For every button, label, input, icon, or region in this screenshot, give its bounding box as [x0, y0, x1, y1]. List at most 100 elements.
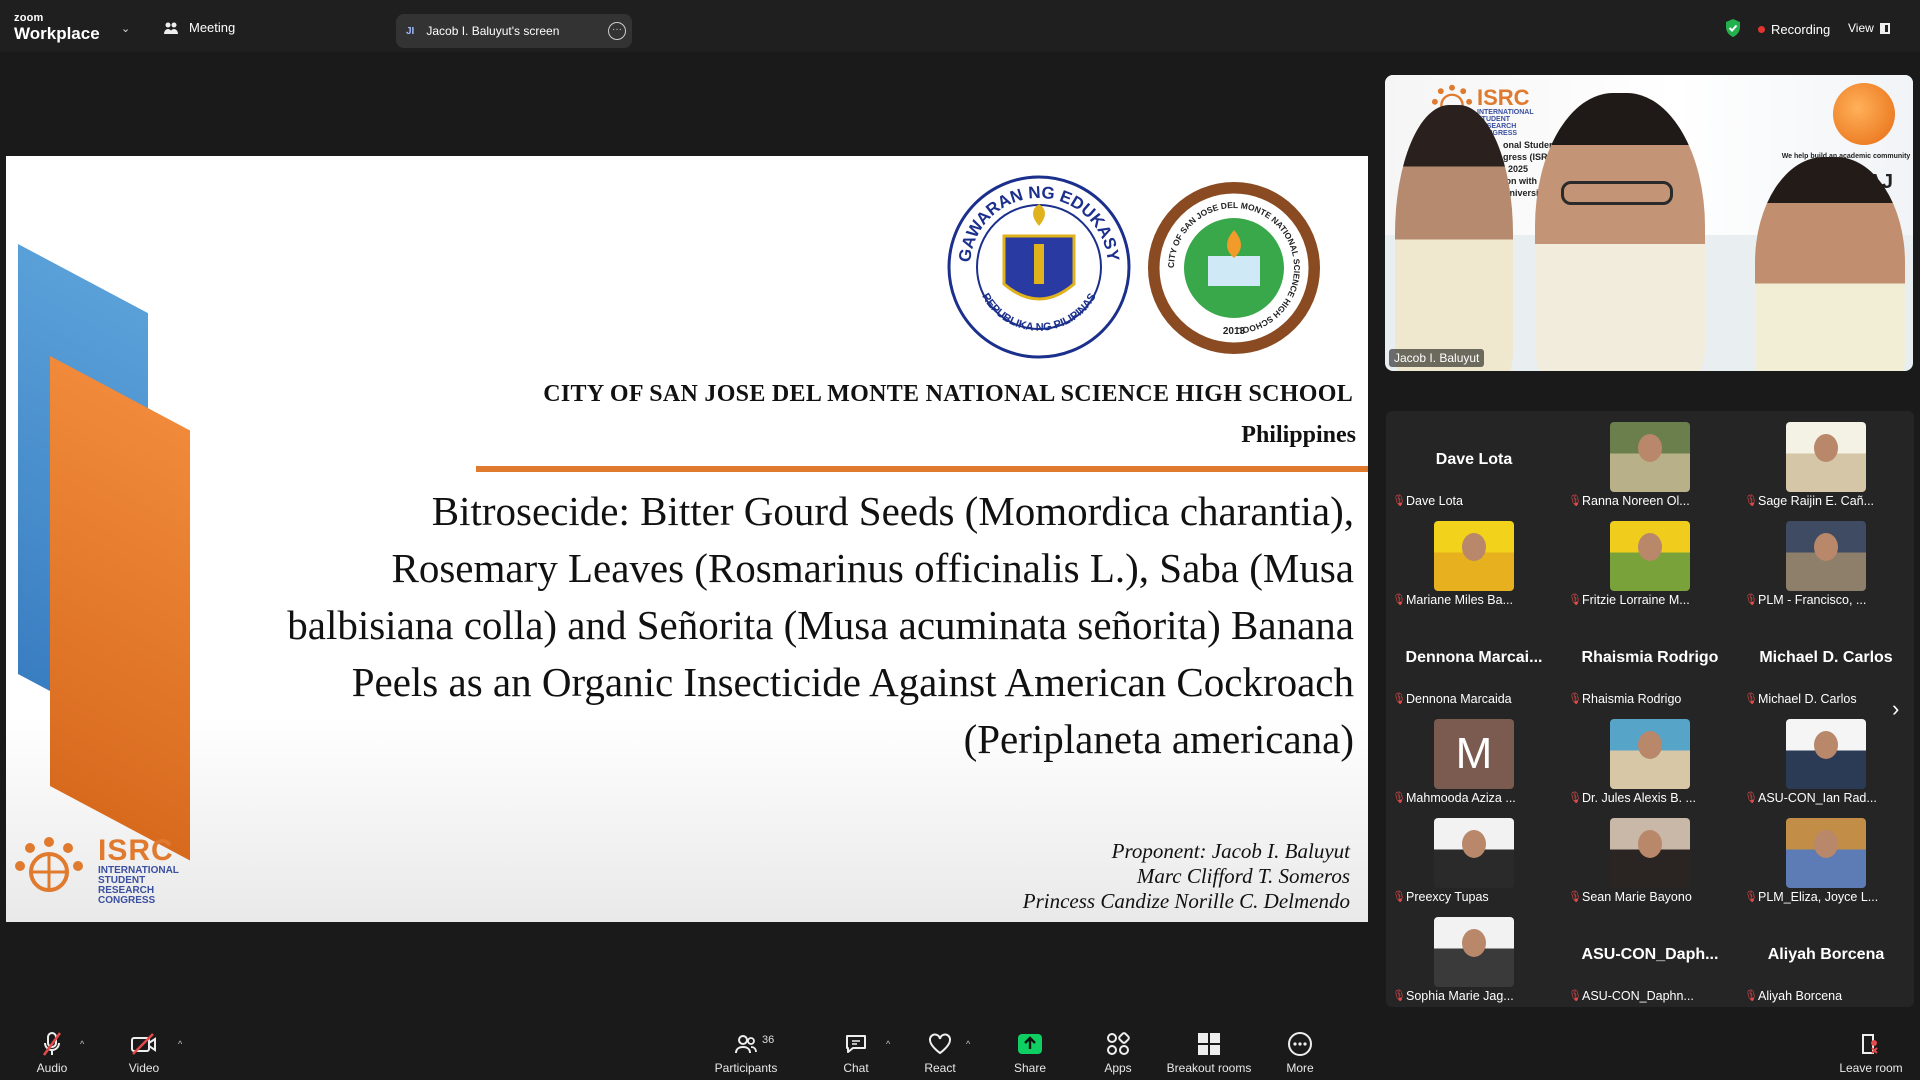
participant-display-name: Rhaismia Rodrigo	[1581, 649, 1719, 666]
school-name: CITY OF SAN JOSE DEL MONTE NATIONAL SCIE…	[543, 381, 1353, 407]
participant-tile[interactable]: Aliyah Borcena 🎙︎ Aliyah Borcena	[1738, 906, 1914, 1005]
breakout-rooms-button[interactable]: Breakout rooms	[1164, 1031, 1254, 1075]
participants-icon	[735, 1035, 757, 1054]
participant-tile[interactable]: ASU-CON_Daph... 🎙︎ ASU-CON_Daphn...	[1562, 906, 1738, 1005]
participant-tile[interactable]: Michael D. Carlos 🎙︎ Michael D. Carlos	[1738, 609, 1914, 708]
participant-tile[interactable]: 🎙︎ Fritzie Lorraine M...	[1562, 510, 1738, 609]
participant-tile[interactable]: 🎙︎ Dr. Jules Alexis B. ...	[1562, 708, 1738, 807]
microphone-muted-icon: 🎙︎	[1744, 693, 1758, 705]
participant-name-label: 🎙︎ PLM - Francisco, ...	[1744, 593, 1866, 607]
participant-tile[interactable]: Dennona Marcai... 🎙︎ Dennona Marcaida	[1386, 609, 1562, 708]
chat-label: Chat	[843, 1061, 869, 1075]
leave-room-label: Leave room	[1839, 1061, 1903, 1075]
participant-name: Fritzie Lorraine M...	[1582, 593, 1690, 607]
video-button[interactable]: Video	[124, 1031, 164, 1075]
brand-small: zoom	[14, 12, 44, 24]
chevron-right-icon[interactable]: ›	[1892, 696, 1899, 722]
more-label: More	[1286, 1061, 1314, 1075]
microphone-muted-icon: 🎙︎	[1392, 891, 1406, 903]
country-name: Philippines	[1241, 422, 1356, 448]
apps-button[interactable]: Apps	[1098, 1031, 1138, 1075]
participant-tile[interactable]: 🎙︎ Sage Raijin E. Cañ...	[1738, 411, 1914, 510]
avatar-head	[1462, 830, 1486, 858]
participant-tile[interactable]: 🎙︎ PLM - Francisco, ...	[1738, 510, 1914, 609]
participant-name: Mahmooda Aziza ...	[1406, 791, 1516, 805]
participant-tile[interactable]: 🎙︎ Sophia Marie Jag...	[1386, 906, 1562, 1005]
microphone-muted-icon: 🎙︎	[1744, 990, 1758, 1002]
screen-share-label: Jacob I. Baluyut's screen	[426, 24, 560, 38]
avatar-head	[1638, 434, 1662, 462]
more-button[interactable]: More	[1280, 1031, 1320, 1075]
participant-tile[interactable]: 🎙︎ Ranna Noreen Ol...	[1562, 411, 1738, 510]
microphone-muted-icon: 🎙︎	[1392, 693, 1406, 705]
view-button[interactable]: View	[1848, 21, 1890, 35]
participant-tile[interactable]: 🎙︎ ASU-CON_Ian Rad...	[1738, 708, 1914, 807]
participant-tile[interactable]: M 🎙︎ Mahmooda Aziza ...	[1386, 708, 1562, 807]
microphone-muted-icon: 🎙︎	[1568, 990, 1582, 1002]
chevron-down-icon[interactable]: ⌄	[121, 22, 130, 35]
avatar	[1610, 719, 1690, 789]
participant-tile[interactable]: 🎙︎ Preexcy Tupas	[1386, 807, 1562, 906]
shared-screen-slide: KAGAWARAN NG EDUKASYON REPUBLIKA NG PILI…	[6, 156, 1368, 922]
react-options-caret-icon[interactable]: ^	[966, 1039, 970, 1049]
participant-gallery: Dave Lota 🎙︎ Dave Lota 🎙︎ Ranna Noreen Ol...…	[1386, 411, 1914, 1007]
active-speaker-video[interactable]: ISRC INTERNATIONAL STUDENT RESEARCH CONG…	[1385, 75, 1913, 371]
zoom-workplace-logo[interactable]: zoom Workplace	[14, 12, 100, 43]
participant-name: PLM - Francisco, ...	[1758, 593, 1867, 607]
video-options-caret-icon[interactable]: ^	[178, 1039, 182, 1049]
recording-dot-icon	[1758, 26, 1765, 33]
participant-name: Sage Raijin E. Cañ...	[1758, 494, 1875, 508]
participant-tile[interactable]: Dave Lota 🎙︎ Dave Lota	[1386, 411, 1562, 510]
meeting-label: Meeting	[189, 20, 236, 35]
leave-room-button[interactable]: Leave room	[1838, 1031, 1904, 1075]
participant-name-label: 🎙︎ Preexcy Tupas	[1392, 890, 1489, 904]
microphone-muted-icon: 🎙︎	[1568, 792, 1582, 804]
participant-tile[interactable]: 🎙︎ PLM_Eliza, Joyce L...	[1738, 807, 1914, 906]
participant-name-label: 🎙︎ ASU-CON_Daphn...	[1568, 989, 1694, 1003]
recording-indicator[interactable]: Recording	[1758, 22, 1830, 37]
audio-button[interactable]: Audio	[32, 1031, 72, 1075]
proponents-list: Proponent: Jacob I. Baluyut Marc Cliffor…	[1023, 839, 1350, 914]
microphone-muted-icon: 🎙︎	[1392, 495, 1406, 507]
participant-tile[interactable]: 🎙︎ Sean Marie Bayono	[1562, 807, 1738, 906]
participant-name-label: 🎙︎ Fritzie Lorraine M...	[1568, 593, 1690, 607]
avatar	[1610, 521, 1690, 591]
share-screen-icon	[1018, 1034, 1042, 1054]
breakout-rooms-label: Breakout rooms	[1166, 1061, 1252, 1075]
react-button[interactable]: React	[920, 1031, 960, 1075]
participant-name: Mariane Miles Ba...	[1406, 593, 1513, 607]
slide-title: Bitrosecide: Bitter Gourd Seeds (Momordi…	[194, 483, 1354, 768]
top-bar: zoom Workplace ⌄ Meeting JI Jacob I. Bal…	[0, 0, 1920, 52]
title-line: Bitrosecide: Bitter Gourd Seeds (Momordi…	[431, 488, 1354, 534]
screen-share-indicator[interactable]: JI Jacob I. Baluyut's screen ···	[396, 14, 632, 48]
microphone-muted-icon: 🎙︎	[1744, 495, 1758, 507]
more-options-icon[interactable]: ···	[608, 22, 626, 40]
participant-name-label: 🎙︎ Aliyah Borcena	[1744, 989, 1842, 1003]
seal2-year: 2013	[1223, 326, 1246, 337]
participant-name-label: 🎙︎ Mahmooda Aziza ...	[1392, 791, 1516, 805]
encryption-shield-icon[interactable]	[1724, 18, 1742, 38]
meeting-info-button[interactable]: Meeting	[163, 20, 235, 35]
participant-name-label: 🎙︎ Ranna Noreen Ol...	[1568, 494, 1690, 508]
isrc-logo: ISRC INTERNATIONAL STUDENT RESEARCH CONG…	[10, 836, 179, 906]
avatar	[1434, 917, 1514, 987]
participant-name: Dave Lota	[1406, 494, 1463, 508]
iraj-logo	[1833, 83, 1895, 145]
audio-options-caret-icon[interactable]: ^	[80, 1039, 84, 1049]
proponent-line: Proponent: Jacob I. Baluyut	[1111, 839, 1350, 863]
participant-tile[interactable]: Rhaismia Rodrigo 🎙︎ Rhaismia Rodrigo	[1562, 609, 1738, 708]
avatar-head	[1462, 533, 1486, 561]
title-line: balbisiana colla) and Señorita (Musa acu…	[287, 602, 1354, 648]
recording-label: Recording	[1771, 22, 1831, 37]
participant-name-label: 🎙︎ PLM_Eliza, Joyce L...	[1744, 890, 1878, 904]
chat-options-caret-icon[interactable]: ^	[886, 1039, 890, 1049]
video-label: Video	[128, 1061, 160, 1075]
participant-tile[interactable]: 🎙︎ Mariane Miles Ba...	[1386, 510, 1562, 609]
share-button[interactable]: Share	[1010, 1031, 1050, 1075]
participant-name-label: 🎙︎ Sean Marie Bayono	[1568, 890, 1692, 904]
microphone-muted-icon: 🎙︎	[1744, 594, 1758, 606]
decorative-orange-shape	[50, 356, 190, 861]
chat-button[interactable]: Chat	[836, 1031, 876, 1075]
audio-label: Audio	[36, 1061, 68, 1075]
glasses-icon	[1561, 181, 1673, 205]
